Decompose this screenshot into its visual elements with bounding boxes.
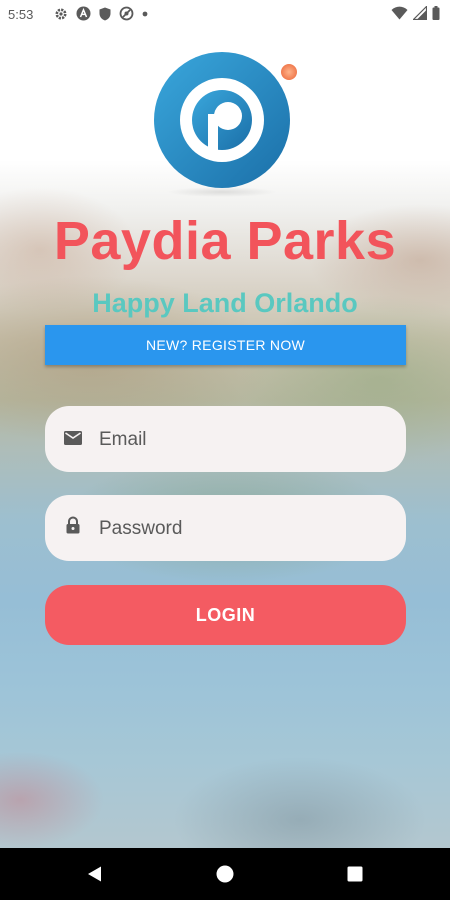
gear-icon: [55, 8, 67, 19]
paydia-logo: [154, 52, 298, 197]
email-field[interactable]: [45, 406, 406, 472]
status-bar: 5:53: [0, 0, 450, 30]
register-button[interactable]: NEW? REGISTER NOW: [45, 325, 406, 365]
shield-icon: [99, 7, 111, 20]
lock-icon: [66, 516, 80, 534]
email-input[interactable]: [97, 424, 391, 456]
dot-icon: [142, 11, 148, 16]
navigation-bar: [0, 848, 450, 900]
login-button[interactable]: LOGIN: [45, 585, 406, 645]
password-field[interactable]: [45, 495, 406, 561]
home-icon[interactable]: [215, 864, 235, 884]
status-time: 5:53: [8, 7, 34, 22]
app-subtitle: Happy Land Orlando: [92, 288, 358, 318]
a-circle-icon: [76, 6, 91, 21]
signal-icon: [413, 6, 427, 20]
back-icon[interactable]: [86, 865, 104, 883]
no-sync-icon: [119, 6, 134, 21]
wifi-icon: [391, 6, 408, 20]
password-input[interactable]: [97, 513, 391, 545]
mail-icon: [64, 431, 82, 445]
recents-icon[interactable]: [346, 865, 364, 883]
app-title: Paydia Parks: [53, 211, 397, 271]
battery-icon: [432, 6, 440, 20]
